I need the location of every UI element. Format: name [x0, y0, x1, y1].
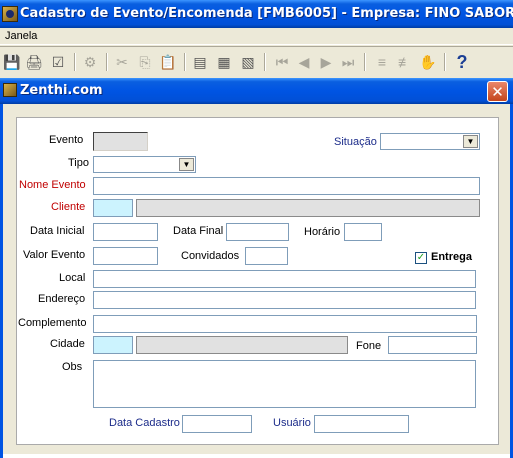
cut-icon[interactable]: ✂	[112, 52, 132, 72]
cliente-code-field[interactable]	[93, 199, 133, 217]
entrega-checkbox[interactable]: ✓	[415, 252, 427, 264]
paste-icon[interactable]: 📋	[158, 52, 178, 72]
search-record-icon[interactable]: ▦	[214, 52, 234, 72]
complemento-label: Complemento	[18, 317, 87, 329]
zenthi-icon	[3, 83, 17, 97]
data-inicial-label: Data Inicial	[30, 225, 85, 237]
chevron-down-icon[interactable]: ▼	[463, 135, 478, 148]
print-check-icon[interactable]: ☑	[48, 52, 68, 72]
entrega-label[interactable]: Entrega	[431, 251, 472, 263]
first-record-icon[interactable]: ⏮	[272, 52, 292, 72]
toolbar: 💾 🖨 ☑ ⚙ ✂ ⎘ 📋 ▤ ▦ ▧ ⏮ ◀ ▶ ⏭ ≡ ≢ ✋ ?	[0, 46, 513, 76]
cliente-name-field	[136, 199, 480, 217]
valor-evento-field[interactable]	[93, 247, 158, 265]
toolbar-separator	[74, 53, 76, 71]
fone-field[interactable]	[388, 336, 477, 354]
usuario-label: Usuário	[273, 417, 311, 429]
usuario-field	[314, 415, 409, 433]
menu-janela[interactable]: Janela	[5, 30, 37, 42]
delete-row-icon[interactable]: ≢	[395, 52, 415, 72]
situacao-label: Situação	[334, 136, 377, 148]
endereco-label: Endereço	[38, 293, 86, 305]
chevron-down-icon[interactable]: ▼	[179, 158, 194, 171]
evento-field[interactable]	[93, 132, 148, 151]
cidade-label: Cidade	[50, 338, 85, 350]
menu-bar: Janela	[0, 28, 513, 45]
evento-label: Evento	[49, 134, 84, 146]
main-title-bar[interactable]: Cadastro de Evento/Encomenda [FMB6005] -…	[0, 0, 513, 28]
horario-field[interactable]	[344, 223, 382, 241]
situacao-select[interactable]: ▼	[380, 133, 480, 150]
app-icon	[2, 6, 18, 22]
complemento-field[interactable]	[93, 315, 477, 333]
horario-label: Horário	[304, 226, 341, 238]
obs-textarea[interactable]	[93, 360, 476, 408]
copy-icon[interactable]: ⎘	[135, 52, 155, 72]
toolbar-separator	[364, 53, 366, 71]
new-record-icon[interactable]: ▤	[190, 52, 210, 72]
nome-evento-label: Nome Evento	[19, 179, 86, 191]
data-cadastro-label: Data Cadastro	[109, 417, 180, 429]
window-title: Cadastro de Evento/Encomenda [FMB6005] -…	[20, 6, 513, 21]
cidade-name-field	[136, 336, 348, 354]
local-label: Local	[59, 272, 86, 284]
previous-record-icon[interactable]: ◀	[294, 52, 314, 72]
endereco-field[interactable]	[93, 291, 476, 309]
convidados-field[interactable]	[245, 247, 288, 265]
print-icon[interactable]: 🖨	[24, 52, 44, 72]
next-record-icon[interactable]: ▶	[316, 52, 336, 72]
valor-evento-label: Valor Evento	[23, 249, 86, 261]
toolbar-separator	[106, 53, 108, 71]
last-record-icon[interactable]: ⏭	[338, 52, 358, 72]
convidados-label: Convidados	[181, 250, 240, 262]
cliente-label: Cliente	[51, 201, 86, 213]
insert-row-icon[interactable]: ≡	[372, 52, 392, 72]
save-icon[interactable]: 💾	[2, 52, 22, 72]
delete-record-icon[interactable]: ▧	[238, 52, 258, 72]
toolbar-separator	[184, 53, 186, 71]
local-field[interactable]	[93, 270, 476, 288]
obs-label: Obs	[62, 361, 83, 373]
help-icon[interactable]: ?	[452, 52, 472, 72]
inner-window-title-bar[interactable]: Zenthi.com	[0, 78, 513, 104]
fone-label: Fone	[356, 340, 382, 352]
tipo-select[interactable]: ▼	[93, 156, 196, 173]
toolbar-separator	[444, 53, 446, 71]
cidade-code-field[interactable]	[93, 336, 133, 354]
data-final-field[interactable]	[226, 223, 289, 241]
settings-icon[interactable]: ⚙	[80, 52, 100, 72]
close-icon: ✕	[491, 83, 504, 101]
close-button[interactable]: ✕	[487, 81, 508, 102]
data-inicial-field[interactable]	[93, 223, 158, 241]
inner-window-title: Zenthi.com	[20, 83, 103, 98]
data-cadastro-field	[182, 415, 252, 433]
toolbar-separator	[264, 53, 266, 71]
hand-icon[interactable]: ✋	[418, 52, 438, 72]
data-final-label: Data Final	[173, 225, 224, 237]
tipo-label: Tipo	[68, 157, 89, 169]
nome-evento-field[interactable]	[93, 177, 480, 195]
